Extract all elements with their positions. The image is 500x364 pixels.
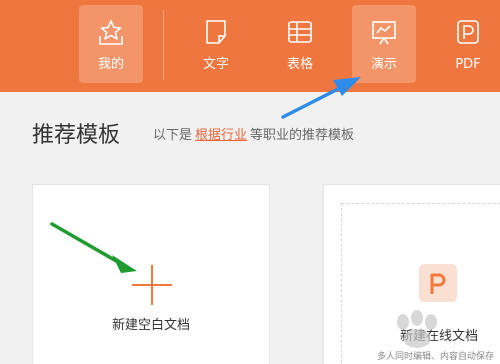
green-arrow-annotation [50,222,137,273]
blue-arrow-annotation [281,77,361,119]
watermark [397,310,437,348]
